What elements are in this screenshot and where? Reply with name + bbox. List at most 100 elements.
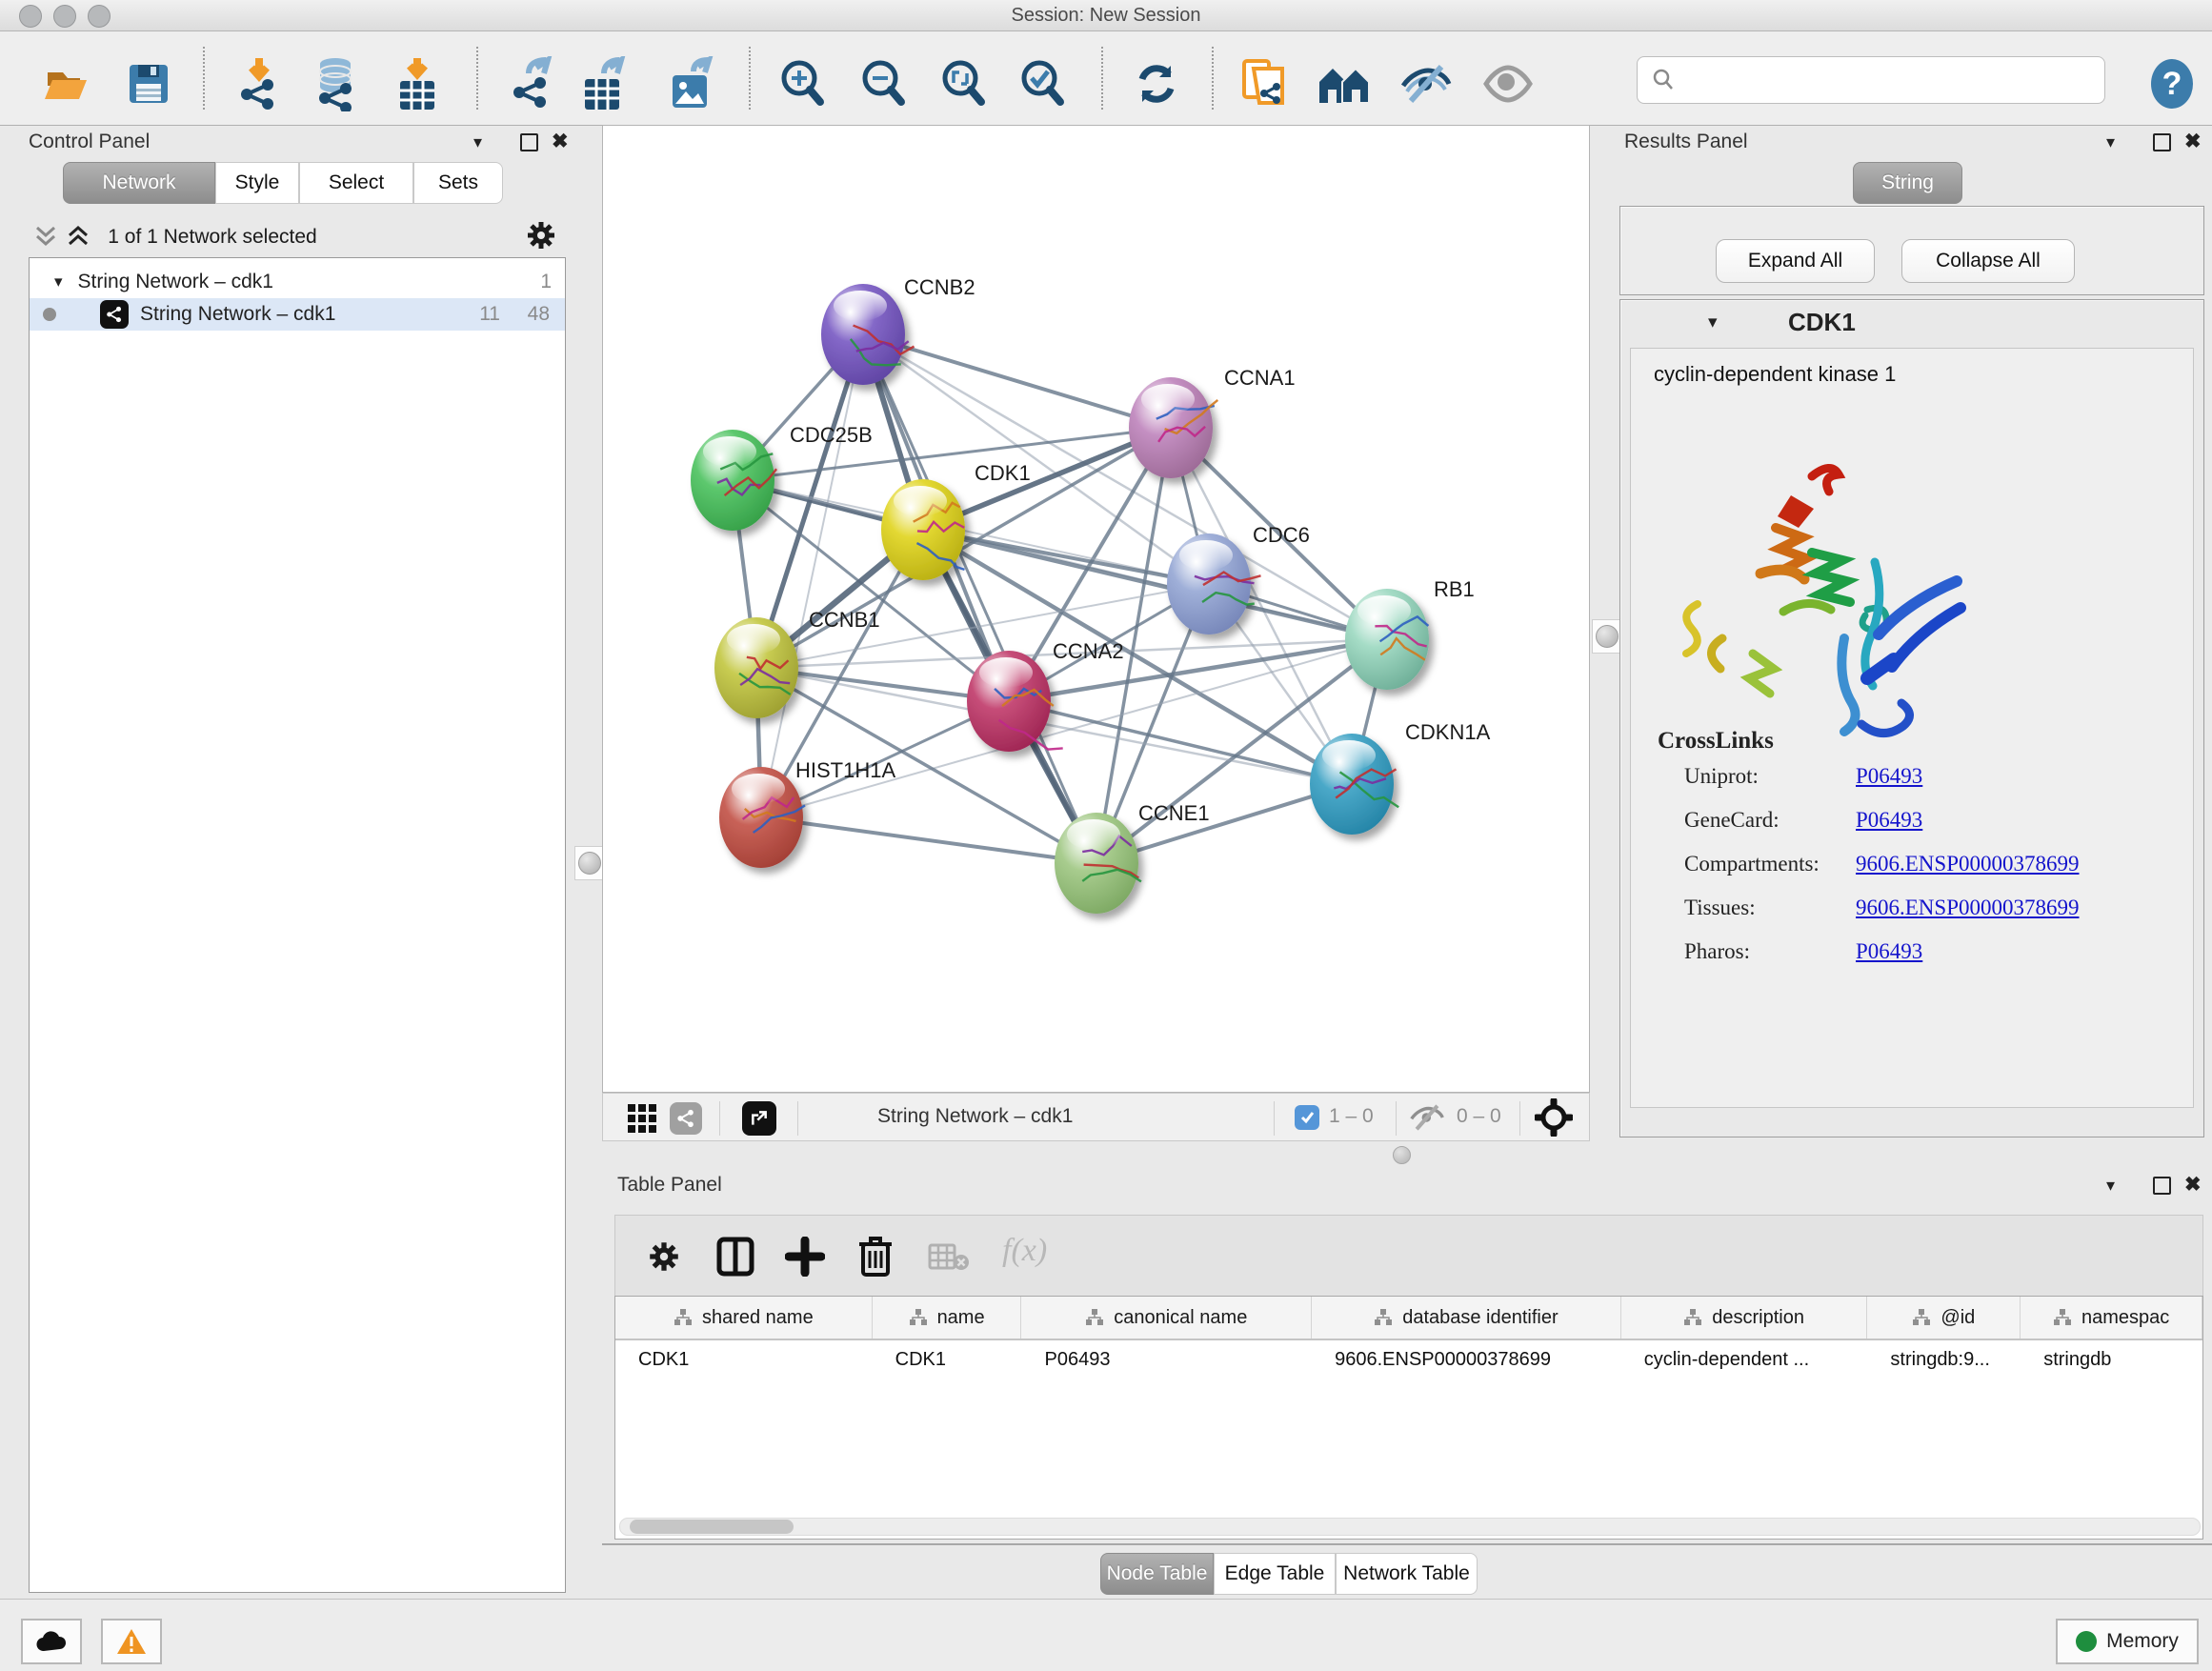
column-header-canonical-name[interactable]: canonical name bbox=[1021, 1297, 1312, 1339]
table-cell[interactable]: stringdb:9... bbox=[1867, 1349, 2021, 1371]
table-panel-float-icon[interactable] bbox=[2153, 1177, 2171, 1195]
toolbar-separator bbox=[1101, 47, 1103, 110]
tree-expand-icon[interactable]: ▾ bbox=[54, 272, 63, 292]
edge-CCNB2-HIST1H1A[interactable] bbox=[761, 334, 863, 817]
warning-status-button[interactable] bbox=[101, 1619, 162, 1664]
search-field[interactable] bbox=[1637, 56, 2105, 104]
column-header-description[interactable]: description bbox=[1621, 1297, 1868, 1339]
results-panel-float-icon[interactable] bbox=[2153, 133, 2171, 151]
crosslink-value-link[interactable]: P06493 bbox=[1856, 808, 1922, 833]
import-network-icon[interactable] bbox=[232, 57, 286, 111]
memory-label: Memory bbox=[2106, 1630, 2179, 1653]
column-header-name[interactable]: name bbox=[873, 1297, 1022, 1339]
results-panel-close-icon[interactable]: ✖ bbox=[2184, 130, 2202, 153]
table-cell[interactable]: CDK1 bbox=[873, 1349, 1022, 1371]
duplicate-network-icon[interactable] bbox=[1237, 57, 1291, 111]
column-header--id[interactable]: @id bbox=[1867, 1297, 2021, 1339]
table-panel-collapse-icon[interactable]: ▾ bbox=[2106, 1176, 2115, 1196]
control-panel-collapse-icon[interactable]: ▾ bbox=[473, 132, 482, 152]
tab-style[interactable]: Style bbox=[215, 162, 299, 204]
selected-checkbox-icon[interactable] bbox=[1295, 1105, 1319, 1130]
edge-HIST1H1A-CCNE1[interactable] bbox=[761, 817, 1096, 863]
crosslink-value-link[interactable]: 9606.ENSP00000378699 bbox=[1856, 852, 2080, 876]
home-icon[interactable] bbox=[1317, 57, 1371, 111]
table-cell[interactable]: cyclin-dependent ... bbox=[1621, 1349, 1868, 1371]
search-input[interactable] bbox=[1683, 60, 2104, 100]
hide-selected-icon[interactable] bbox=[1399, 57, 1453, 111]
crosslink-row: Pharos:P06493 bbox=[1684, 939, 2180, 964]
network-options-gear-icon[interactable] bbox=[524, 218, 558, 252]
column-header-namespac[interactable]: namespac bbox=[2021, 1297, 2202, 1339]
zoom-in-icon[interactable] bbox=[775, 57, 829, 111]
table-hscrollbar-thumb[interactable] bbox=[630, 1520, 794, 1534]
edge-CCNB2-CCNE1[interactable] bbox=[863, 334, 1096, 863]
node-RB1[interactable] bbox=[1345, 589, 1429, 690]
node-CDC6[interactable] bbox=[1167, 534, 1261, 634]
save-session-icon[interactable] bbox=[122, 57, 175, 111]
table-cell[interactable]: 9606.ENSP00000378699 bbox=[1312, 1349, 1621, 1371]
network-view-canvas[interactable]: CCNB2CCNA1CDC25BCDK1CDC6RB1CCNB1CCNA2CDK… bbox=[602, 125, 1590, 1093]
grid-view-icon[interactable] bbox=[628, 1104, 656, 1133]
left-splitter-handle[interactable] bbox=[574, 846, 605, 880]
add-column-icon[interactable] bbox=[785, 1237, 825, 1277]
tab-string[interactable]: String bbox=[1853, 162, 1962, 204]
memory-button[interactable]: Memory bbox=[2056, 1619, 2199, 1664]
table-gear-icon[interactable] bbox=[646, 1238, 682, 1275]
table-cell[interactable]: stringdb bbox=[2021, 1349, 2202, 1371]
network-row-selected[interactable]: String Network – cdk1 11 48 bbox=[30, 298, 565, 331]
open-session-icon[interactable] bbox=[40, 57, 93, 111]
tab-sets[interactable]: Sets bbox=[413, 162, 503, 204]
export-table-icon[interactable] bbox=[577, 57, 631, 111]
tab-network[interactable]: Network bbox=[63, 162, 215, 204]
network-collection-row[interactable]: ▾ String Network – cdk1 1 bbox=[30, 266, 565, 298]
import-database-icon[interactable] bbox=[309, 57, 362, 111]
zoom-selected-icon[interactable] bbox=[1016, 57, 1069, 111]
node-table[interactable]: shared namenamecanonical namedatabase id… bbox=[614, 1296, 2203, 1540]
zoom-fit-icon[interactable] bbox=[936, 57, 990, 111]
zoom-out-icon[interactable] bbox=[856, 57, 910, 111]
expand-all-button[interactable]: Expand All bbox=[1716, 239, 1875, 283]
edge-RB1-HIST1H1A[interactable] bbox=[761, 639, 1387, 817]
table-hscrollbar[interactable] bbox=[619, 1518, 2201, 1536]
import-table-icon[interactable] bbox=[391, 57, 444, 111]
node-CCNB2[interactable] bbox=[821, 284, 915, 385]
table-row[interactable]: CDK1CDK1P064939606.ENSP00000378699cyclin… bbox=[615, 1340, 2202, 1379]
control-panel-close-icon[interactable]: ✖ bbox=[552, 130, 569, 153]
node-CCNE1[interactable] bbox=[1055, 813, 1141, 914]
table-panel-close-icon[interactable]: ✖ bbox=[2184, 1173, 2202, 1197]
export-network-icon[interactable] bbox=[507, 57, 560, 111]
crosslink-value-link[interactable]: P06493 bbox=[1856, 939, 1922, 964]
entry-collapse-icon[interactable]: ▾ bbox=[1708, 312, 1718, 333]
detach-view-icon[interactable] bbox=[742, 1101, 776, 1136]
column-header-database-identifier[interactable]: database identifier bbox=[1312, 1297, 1621, 1339]
table-cell[interactable]: CDK1 bbox=[615, 1349, 873, 1371]
node-CDKN1A[interactable] bbox=[1310, 734, 1398, 835]
export-image-icon[interactable] bbox=[665, 57, 718, 111]
control-panel-float-icon[interactable] bbox=[520, 133, 538, 151]
tab-network-table[interactable]: Network Table bbox=[1336, 1553, 1478, 1595]
table-cell[interactable]: P06493 bbox=[1022, 1349, 1313, 1371]
cloud-status-button[interactable] bbox=[21, 1619, 82, 1664]
node-CDK1[interactable] bbox=[881, 479, 965, 580]
show-all-icon[interactable] bbox=[1481, 57, 1535, 111]
collapse-all-button[interactable]: Collapse All bbox=[1901, 239, 2075, 283]
column-header-shared-name[interactable]: shared name bbox=[615, 1297, 873, 1339]
crosslink-row: GeneCard:P06493 bbox=[1684, 808, 2180, 833]
birds-eye-view-icon[interactable] bbox=[1535, 1098, 1573, 1137]
delete-column-icon[interactable] bbox=[857, 1235, 894, 1277]
help-icon[interactable]: ? bbox=[2145, 57, 2199, 111]
tab-edge-table[interactable]: Edge Table bbox=[1214, 1553, 1336, 1595]
tab-select[interactable]: Select bbox=[299, 162, 413, 204]
results-entry-box: ▾ CDK1 cyclin-dependent kinase 1 bbox=[1619, 299, 2204, 1137]
results-panel-collapse-icon[interactable]: ▾ bbox=[2106, 132, 2115, 152]
crosslink-value-link[interactable]: P06493 bbox=[1856, 764, 1922, 789]
crosslink-value-link[interactable]: 9606.ENSP00000378699 bbox=[1856, 896, 2080, 920]
toolbar-separator bbox=[1396, 1101, 1397, 1136]
node-CCNB1[interactable] bbox=[714, 617, 798, 718]
node-HIST1H1A[interactable] bbox=[719, 767, 805, 868]
refresh-icon[interactable] bbox=[1130, 57, 1183, 111]
show-columns-icon[interactable] bbox=[716, 1237, 754, 1277]
network-share-view-icon[interactable] bbox=[670, 1102, 702, 1135]
hierarchy-icon bbox=[674, 1308, 693, 1327]
tab-node-table[interactable]: Node Table bbox=[1100, 1553, 1214, 1595]
